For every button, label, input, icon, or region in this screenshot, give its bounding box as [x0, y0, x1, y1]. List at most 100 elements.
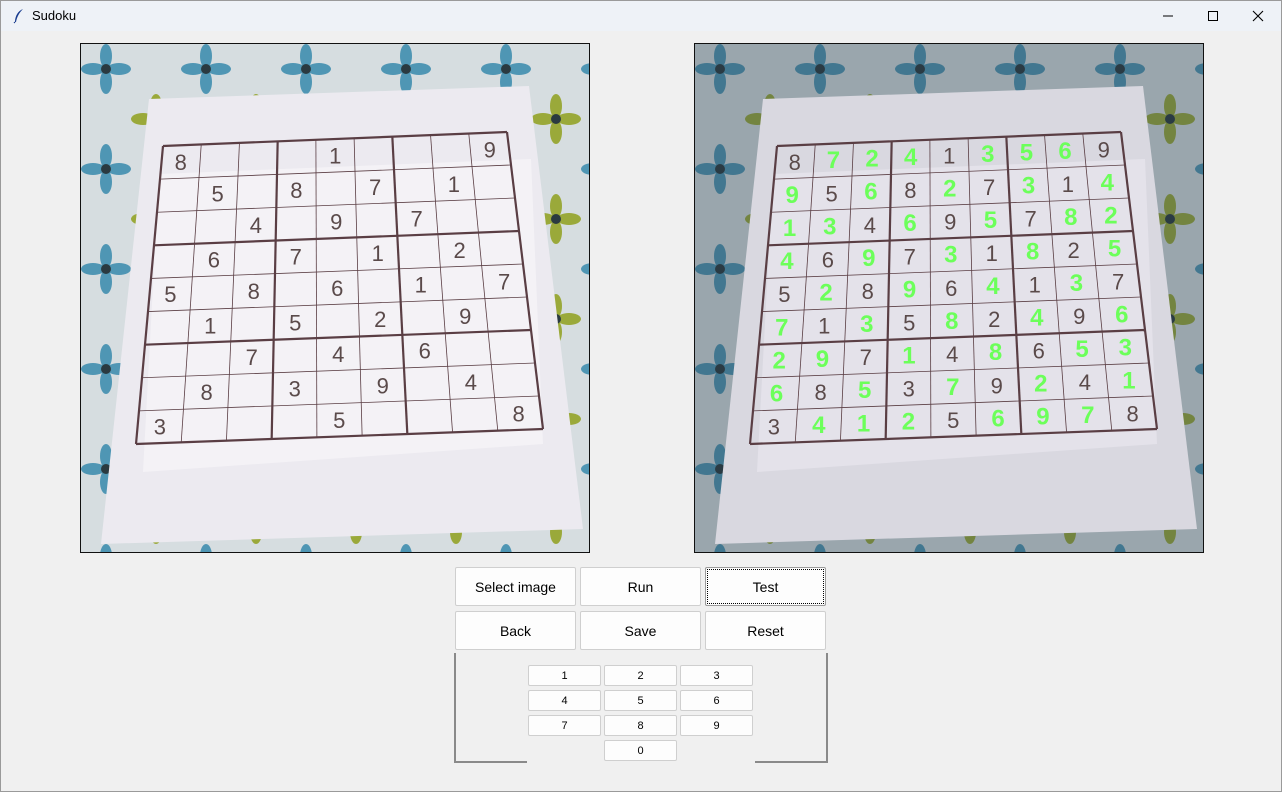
key-8[interactable]: 8	[604, 715, 677, 736]
given-digit: 7	[369, 175, 381, 200]
given-digit: 8	[200, 380, 212, 405]
solved-digit: 4	[812, 412, 826, 439]
solved-digit: 2	[772, 347, 785, 374]
solved-digit: 7	[1081, 402, 1094, 429]
key-5[interactable]: 5	[604, 690, 677, 711]
solved-digit: 1	[783, 215, 796, 242]
solved-digit: 8	[989, 339, 1002, 366]
key-7[interactable]: 7	[528, 715, 601, 736]
given-digit: 9	[459, 304, 471, 329]
solved-digit: 3	[981, 141, 994, 168]
given-digit: 3	[289, 377, 301, 402]
key-3[interactable]: 3	[680, 665, 753, 686]
given-digit: 3	[903, 377, 915, 402]
window-title: Sudoku	[32, 8, 77, 23]
solved-digit: 6	[864, 179, 877, 206]
given-digit: 8	[862, 279, 874, 304]
key-0[interactable]: 0	[604, 740, 677, 761]
solved-digit: 1	[1122, 367, 1135, 394]
given-digit: 7	[410, 206, 422, 231]
solved-digit: 8	[1026, 238, 1039, 265]
given-digit: 4	[465, 370, 477, 395]
given-digit: 5	[903, 310, 915, 335]
solved-digit: 6	[770, 381, 783, 408]
maximize-button[interactable]	[1190, 1, 1236, 31]
key-6[interactable]: 6	[680, 690, 753, 711]
given-digit: 9	[1098, 137, 1110, 162]
save-button[interactable]: Save	[580, 611, 701, 650]
solved-digit: 4	[904, 144, 918, 171]
solved-digit: 4	[1101, 169, 1115, 196]
given-digit: 4	[1079, 370, 1091, 395]
given-digit: 1	[1062, 172, 1074, 197]
given-digit: 8	[789, 150, 801, 175]
solved-digit: 7	[946, 374, 959, 401]
given-digit: 6	[822, 247, 834, 272]
given-digit: 7	[1112, 269, 1124, 294]
given-digit: 6	[1033, 339, 1045, 364]
given-digit: 5	[825, 181, 837, 206]
minimize-button[interactable]	[1145, 1, 1191, 31]
solved-digit: 9	[862, 245, 875, 272]
back-button[interactable]: Back	[455, 611, 576, 650]
input-sudoku-image: 819587149767125861715297468394358	[80, 43, 590, 553]
given-digit: 4	[332, 342, 344, 367]
given-digit: 8	[290, 178, 302, 203]
given-digit: 3	[154, 415, 166, 440]
solved-digit: 6	[1115, 301, 1128, 328]
solved-digit: 4	[780, 248, 794, 275]
given-digit: 8	[248, 279, 260, 304]
solved-digit: 2	[865, 146, 878, 173]
given-digit: 9	[991, 373, 1003, 398]
given-digit: 5	[947, 408, 959, 433]
key-1[interactable]: 1	[528, 665, 601, 686]
solved-digit: 3	[823, 213, 836, 240]
key-4[interactable]: 4	[528, 690, 601, 711]
given-digit: 9	[377, 373, 389, 398]
given-digit: 2	[453, 238, 465, 263]
given-digit: 5	[164, 282, 176, 307]
output-sudoku-photo: 8 7 2 4 1 3 5 6 99 5 6 8 2 7 3 1 41 3 4 6 9 5 7 8 24 6 9 7 3 1 8 2 55 2 8 9…	[695, 44, 1203, 552]
output-sudoku-image: 8724135699568273141346957824697318255289…	[694, 43, 1204, 553]
close-button[interactable]	[1235, 1, 1281, 31]
given-digit: 5	[333, 408, 345, 433]
maximize-icon	[1208, 11, 1218, 21]
solved-digit: 5	[1020, 139, 1033, 166]
given-digit: 1	[986, 241, 998, 266]
given-digit: 1	[818, 314, 830, 339]
solved-digit: 4	[986, 273, 1000, 300]
given-digit: 4	[946, 342, 958, 367]
given-digit: 7	[860, 345, 872, 370]
solved-digit: 3	[860, 311, 873, 338]
solved-digit: 6	[991, 405, 1004, 432]
test-button[interactable]: Test	[705, 567, 826, 606]
given-digit: 1	[415, 273, 427, 298]
solved-digit: 9	[816, 346, 829, 373]
key-2[interactable]: 2	[604, 665, 677, 686]
solved-digit: 5	[1108, 235, 1121, 262]
given-digit: 7	[1024, 206, 1036, 231]
key-9[interactable]: 9	[680, 715, 753, 736]
given-digit: 8	[175, 150, 187, 175]
given-digit: 1	[204, 314, 216, 339]
solved-digit: 3	[1070, 270, 1083, 297]
solved-digit: 2	[902, 409, 915, 436]
given-digit: 9	[944, 210, 956, 235]
given-digit: 2	[988, 307, 1000, 332]
solved-digit: 1	[857, 410, 870, 437]
given-digit: 5	[778, 282, 790, 307]
solved-digit: 2	[1104, 202, 1117, 229]
given-digit: 5	[289, 310, 301, 335]
solved-digit: 3	[1119, 334, 1132, 361]
given-digit: 5	[211, 181, 223, 206]
given-digit: 1	[943, 144, 955, 169]
run-button[interactable]: Run	[580, 567, 701, 606]
reset-button[interactable]: Reset	[705, 611, 826, 650]
solved-digit: 7	[827, 147, 840, 174]
select-image-button[interactable]: Select image	[455, 567, 576, 606]
solved-digit: 7	[775, 314, 788, 341]
solved-digit: 3	[1022, 172, 1035, 199]
solved-digit: 6	[903, 210, 916, 237]
solved-digit: 9	[786, 182, 799, 209]
solved-digit: 6	[1058, 138, 1071, 165]
